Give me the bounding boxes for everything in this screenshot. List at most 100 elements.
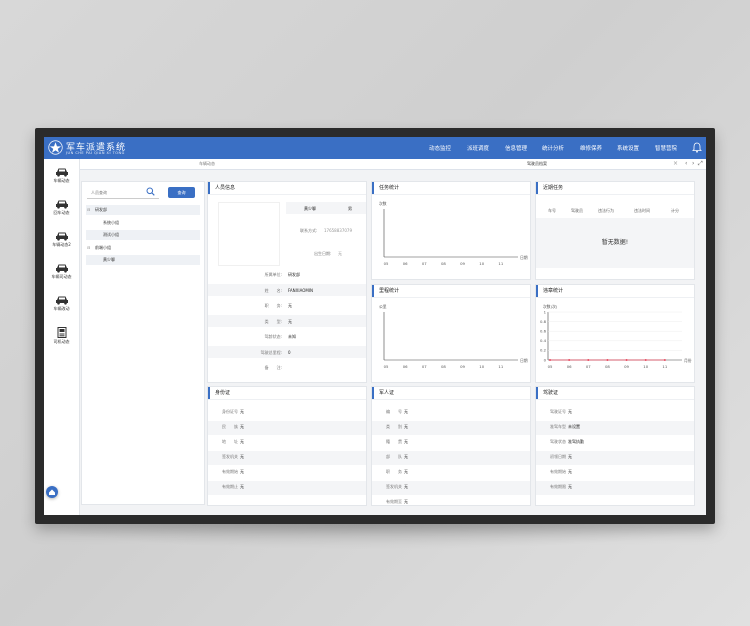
bell-icon[interactable]: [692, 142, 702, 153]
collapse-toggle-icon[interactable]: ⊟: [87, 205, 90, 215]
close-icon[interactable]: ×: [673, 160, 678, 167]
collapse-toggle-icon[interactable]: ⊟: [87, 243, 90, 253]
person-info-card: 人员信息 黄少聊 男 联系方式: 17658837079 出生日期: 无 所属单…: [207, 181, 367, 383]
search-button[interactable]: 查询: [168, 187, 195, 198]
column-header: 计分: [671, 208, 679, 213]
field-value: 无: [404, 424, 408, 429]
field-value: 无: [404, 439, 408, 444]
sidebar-item-vehicle-status-2[interactable]: 车辆动态2: [44, 231, 79, 248]
tree-node-label: 黄少聊: [103, 257, 115, 262]
violation-chart: 次数(次)月份05 06 07 08 09 10 1110.80.60.40.20: [540, 304, 692, 369]
recent-tasks-card: 近期任务 车号 驾驶员 违法行为 违法时间 计分 暂无数据!: [535, 181, 695, 280]
sidebar-item-vehicle-change[interactable]: 车辆改动: [44, 295, 79, 312]
tree-node-label: 前端小组: [95, 244, 111, 250]
nav-item-monitor[interactable]: 动态监控: [429, 144, 451, 152]
x-tick-label: 07: [422, 364, 427, 369]
field-value: 未知: [288, 334, 296, 339]
x-tick-label: 08: [441, 261, 446, 266]
x-tick-label: 07: [422, 261, 427, 266]
id-card-card: 身份证 身份证号无民 族无地 址无签发机关无有效期始无有效期止无: [207, 386, 367, 506]
x-tick-label: 07: [586, 364, 591, 369]
field-value: 无: [288, 318, 292, 324]
field-value: 无: [568, 469, 572, 474]
empty-message: 暂无数据!: [601, 239, 629, 246]
field-label: 类 型:: [264, 318, 282, 324]
sidebar-item-driver-vehicle[interactable]: 车辆司动态: [44, 263, 79, 280]
x-tick-label: 10: [643, 364, 648, 369]
sidebar-item-vehicle-status[interactable]: 车辆动态: [44, 167, 79, 184]
prev-icon[interactable]: ‹: [685, 160, 687, 167]
field-value: 0: [288, 349, 291, 355]
fullscreen-icon[interactable]: ⤢: [698, 160, 703, 168]
field-label: 初领日期: [550, 454, 566, 459]
car-icon: [55, 168, 68, 177]
car-icon: [55, 296, 68, 305]
app-screen: 军车派遣系统 JUN CHE PAI QIAN XI TONG 动态监控 派班调…: [44, 137, 706, 515]
nav-item-stats[interactable]: 统计分析: [542, 144, 564, 152]
field-label: 驾驶证号: [550, 409, 566, 414]
sidebar: 车辆动态 回车动态 车辆动态2 车辆司动态 车辆改动 司机动态: [44, 159, 80, 515]
star-logo-icon: [48, 140, 63, 155]
x-tick-label: 11: [662, 364, 667, 369]
sidebar-item-return-status[interactable]: 回车动态: [44, 199, 79, 216]
card-title: 违章统计: [536, 285, 563, 297]
field-label: 有效期始: [222, 469, 238, 474]
nav-item-maintenance[interactable]: 维修保养: [580, 144, 602, 152]
field-label: 所属单位:: [264, 272, 282, 277]
tree-node[interactable]: ⊟ 前端小组: [86, 243, 200, 253]
nav-item-info[interactable]: 信息管理: [505, 144, 527, 152]
tree-node-label: 测试小组: [103, 232, 119, 237]
field-value: 无: [240, 484, 244, 489]
field-label: 有效期至: [386, 499, 402, 504]
field-label: 职 务:: [264, 303, 282, 308]
next-icon[interactable]: ›: [692, 160, 694, 167]
birth-value: 无: [338, 251, 342, 256]
x-tick-label: 06: [403, 364, 408, 369]
tree-node[interactable]: 黄少聊: [86, 255, 200, 265]
data-point: [625, 359, 628, 361]
sidebar-item-label: 车辆动态2: [52, 242, 71, 247]
person-name: 黄少聊: [304, 206, 316, 211]
phone-label: 联系方式:: [300, 228, 318, 233]
sidebar-item-driver-status[interactable]: 司机动态: [44, 327, 79, 345]
y-tick-label: 0.4: [540, 338, 547, 343]
x-tick-label: 08: [441, 364, 446, 369]
x-axis-unit: 日期: [520, 358, 528, 363]
home-fab-button[interactable]: [46, 486, 58, 498]
nav-item-smart-camp[interactable]: 智慧营院: [655, 144, 677, 152]
driver-icon: [57, 327, 66, 338]
card-title: 军人证: [372, 387, 394, 399]
x-tick-label: 09: [460, 364, 465, 369]
x-tick-label: 05: [384, 364, 389, 369]
card-title: 人员信息: [208, 182, 235, 194]
tree-node[interactable]: 系统小组: [86, 218, 200, 228]
tree-node-label: 系统小组: [103, 219, 119, 225]
field-value: 无: [404, 484, 408, 489]
x-tick-label: 10: [479, 364, 484, 369]
y-tick-label: 0: [544, 357, 547, 362]
tree-node[interactable]: ⊟ 研发部: [86, 205, 200, 215]
x-tick-label: 08: [605, 364, 610, 369]
column-header: 驾驶员: [571, 208, 583, 213]
app-subtitle: JUN CHE PAI QIAN XI TONG: [66, 151, 125, 155]
tree-node[interactable]: 测试小组: [86, 230, 200, 240]
field-value: 无: [404, 409, 408, 414]
field-label: 类 别: [386, 424, 402, 429]
field-label: 有效期限: [550, 484, 566, 489]
column-header: 违法时间: [634, 208, 650, 213]
nav-item-settings[interactable]: 系统设置: [617, 144, 639, 152]
data-point: [549, 359, 551, 361]
field-label: 有效期始: [550, 469, 566, 474]
tab-driver-profile[interactable]: 驾驶员档案: [527, 161, 547, 167]
y-tick-label: 1: [544, 309, 547, 314]
nav-item-dispatch[interactable]: 派班调度: [467, 144, 489, 152]
sidebar-item-label: 回车动态: [53, 210, 70, 215]
search-icon[interactable]: [146, 187, 155, 196]
card-title: 任务统计: [372, 182, 399, 194]
field-label: 身份证号: [222, 409, 238, 414]
tab-vehicle-status[interactable]: 车辆动态: [199, 161, 215, 167]
field-label: 职 务: [386, 469, 402, 474]
mileage-stats-card: 里程统计 公里 日期 05 06 07 08 09 10 11: [371, 284, 531, 383]
field-value: 无: [240, 424, 244, 429]
field-value: 无: [240, 439, 244, 444]
